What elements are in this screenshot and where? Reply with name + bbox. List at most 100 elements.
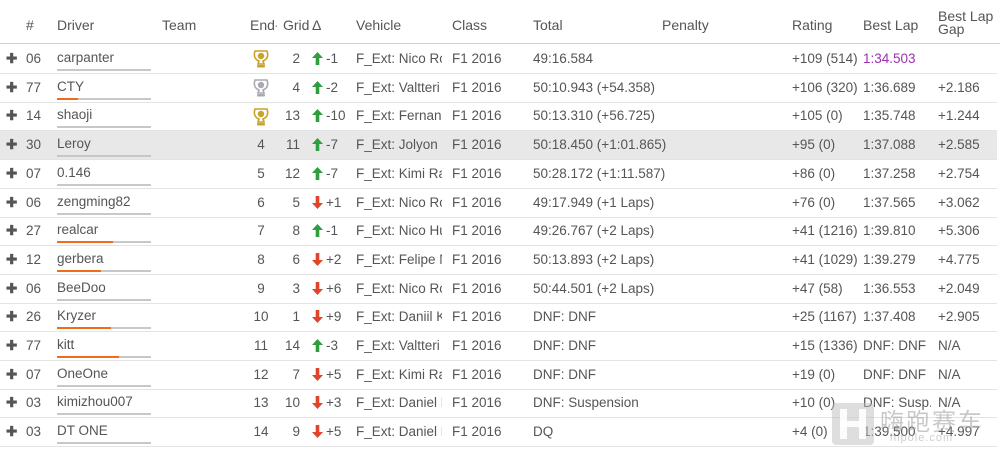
table-row[interactable]: ✚ 06 zengming82 6 5 +1 F_Ext: Nico Ros... F1 20… xyxy=(0,189,997,218)
col-header-num[interactable]: # xyxy=(26,17,34,33)
driver-cell[interactable]: kimizhou007 xyxy=(57,389,153,417)
driver-name[interactable]: BeeDoo xyxy=(57,278,153,298)
expand-plus-icon[interactable]: ✚ xyxy=(6,189,20,217)
driver-cell[interactable]: BeeDoo xyxy=(57,275,153,303)
table-row[interactable]: ✚ 26 Kryzer 10 1 +9 F_Ext: Daniil Kv... F1 2016… xyxy=(0,303,997,333)
expand-plus-icon[interactable]: ✚ xyxy=(6,303,20,331)
best-lap-gap: N/A xyxy=(938,366,961,382)
driver-cell[interactable]: gerbera xyxy=(57,246,153,274)
driver-name[interactable]: kimizhou007 xyxy=(57,392,153,412)
expand-plus-icon[interactable]: ✚ xyxy=(6,131,20,159)
driver-cell[interactable]: zengming82 xyxy=(57,189,153,217)
expand-plus-icon[interactable]: ✚ xyxy=(6,217,20,245)
expand-plus-icon[interactable]: ✚ xyxy=(6,418,20,446)
expand-plus-icon[interactable]: ✚ xyxy=(6,389,20,417)
col-header-grid[interactable]: Grid xyxy=(283,17,309,33)
driver-cell[interactable]: carpanter xyxy=(57,45,153,73)
col-header-delta[interactable]: Δ xyxy=(312,17,321,33)
driver-cell[interactable]: Kryzer xyxy=(57,303,153,331)
vehicle: F_Ext: Nico Hul... xyxy=(356,223,442,239)
expand-plus-icon[interactable]: ✚ xyxy=(6,102,20,130)
expand-plus-icon[interactable]: ✚ xyxy=(6,246,20,274)
grid-position: 9 xyxy=(292,424,300,440)
class: F1 2016 xyxy=(452,424,502,440)
col-header-team[interactable]: Team xyxy=(162,17,196,33)
driver-name[interactable]: kitt xyxy=(57,335,153,355)
driver-rating-bar-fill xyxy=(57,356,120,358)
best-lap: 1:34.503 xyxy=(863,51,916,66)
vehicle: F_Ext: Fernand... xyxy=(356,108,442,124)
col-header-best-lap-gap[interactable]: Best Lap Gap xyxy=(938,9,998,36)
driver-cell[interactable]: shaoji xyxy=(57,102,153,130)
rating: +86 (0) xyxy=(792,165,836,181)
rating: +41 (1029) xyxy=(792,251,858,267)
end-position: 4 xyxy=(250,131,272,159)
driver-name[interactable]: zengming82 xyxy=(57,192,153,212)
col-header-end[interactable]: End xyxy=(250,17,275,33)
col-header-total[interactable]: Total xyxy=(533,17,563,33)
end-position: 13 xyxy=(250,389,272,417)
position-delta-value: -1 xyxy=(326,51,339,66)
arrow-up-icon xyxy=(312,223,326,238)
driver-cell[interactable]: OneOne xyxy=(57,361,153,389)
col-header-driver[interactable]: Driver xyxy=(57,17,94,33)
driver-cell[interactable]: 0.146 xyxy=(57,160,153,188)
total-time: DNF: DNF xyxy=(533,338,596,353)
end-position-text: 14 xyxy=(253,424,269,440)
driver-name[interactable]: DT ONE xyxy=(57,421,153,441)
driver-name[interactable]: shaoji xyxy=(57,105,153,125)
table-row[interactable]: ✚ 77 CTY 4 -2 F_Ext: Valtteri B... F1 2016 50:1… xyxy=(0,74,997,103)
expand-plus-icon[interactable]: ✚ xyxy=(6,361,20,389)
expand-plus-icon[interactable]: ✚ xyxy=(6,332,20,360)
position-delta-value: +1 xyxy=(326,194,342,210)
class: F1 2016 xyxy=(452,79,502,95)
driver-name[interactable]: OneOne xyxy=(57,364,153,384)
arrow-up-icon xyxy=(312,166,326,181)
grid-position: 1 xyxy=(292,309,300,325)
col-header-vehicle[interactable]: Vehicle xyxy=(356,17,401,33)
car-number: 77 xyxy=(26,338,42,353)
table-row[interactable]: ✚ 07 OneOne 12 7 +5 F_Ext: Kimi Rai... F1 2016 D… xyxy=(0,361,997,390)
grid-position: 13 xyxy=(284,108,300,124)
driver-name[interactable]: gerbera xyxy=(57,249,153,269)
driver-name[interactable]: 0.146 xyxy=(57,163,153,183)
position-delta: +9 xyxy=(312,303,352,331)
expand-plus-icon[interactable]: ✚ xyxy=(6,275,20,303)
total-time: 50:28.172 (+1:11.587) xyxy=(533,165,666,181)
position-delta-value: -1 xyxy=(326,223,339,239)
col-header-class[interactable]: Class xyxy=(452,17,487,33)
driver-cell[interactable]: realcar xyxy=(57,217,153,245)
vehicle: F_Ext: Valtteri B... xyxy=(356,338,442,353)
table-row[interactable]: ✚ 27 realcar 7 8 -1 F_Ext: Nico Hul... F1 2016 4… xyxy=(0,217,997,247)
driver-name[interactable]: Leroy xyxy=(57,134,153,154)
total-time: 50:10.943 (+54.358) xyxy=(533,79,655,95)
col-header-penalty[interactable]: Penalty xyxy=(662,17,709,33)
driver-cell[interactable]: kitt xyxy=(57,332,153,360)
col-header-rating[interactable]: Rating xyxy=(792,17,832,33)
driver-name[interactable]: Kryzer xyxy=(57,306,153,326)
driver-cell[interactable]: CTY xyxy=(57,74,153,102)
table-row[interactable]: ✚ 06 BeeDoo 9 3 +6 F_Ext: Nico Ros... F1 2016 50… xyxy=(0,275,997,304)
driver-rating-bar-fill xyxy=(57,269,102,272)
expand-plus-icon[interactable]: ✚ xyxy=(6,45,20,73)
table-row[interactable]: ✚ 07 0.146 5 12 -7 F_Ext: Kimi Rai... F1 2016 50… xyxy=(0,160,997,189)
table-row[interactable]: ✚ 30 Leroy 4 11 -7 F_Ext: Jolyon P... F1 2016 50… xyxy=(0,131,997,161)
driver-cell[interactable]: Leroy xyxy=(57,131,153,159)
expand-plus-icon[interactable]: ✚ xyxy=(6,160,20,188)
total-time: DNF: Suspension xyxy=(533,395,639,411)
driver-name[interactable]: carpanter xyxy=(57,48,153,68)
arrow-up-icon xyxy=(312,108,326,123)
table-row[interactable]: ✚ 14 shaoji 13 -10 F_Ext: Fernand... F1 2016 50… xyxy=(0,102,997,132)
driver-name[interactable]: realcar xyxy=(57,220,153,240)
table-row[interactable]: ✚ 77 kitt 11 14 -3 F_Ext: Valtteri B... F1 2016… xyxy=(0,332,997,361)
expand-plus-icon[interactable]: ✚ xyxy=(6,74,20,102)
driver-cell[interactable]: DT ONE xyxy=(57,418,153,446)
best-lap-gap: +5.306 xyxy=(938,223,980,239)
table-row[interactable]: ✚ 06 carpanter 2 -1 F_Ext: Nico Ros... F1 2016… xyxy=(0,45,997,74)
table-row[interactable]: ✚ 12 gerbera 8 6 +2 F_Ext: Felipe N... F1 2016 5… xyxy=(0,246,997,275)
col-header-best-lap[interactable]: Best Lap xyxy=(863,17,918,33)
rating: +25 (1167) xyxy=(792,309,857,325)
car-number: 26 xyxy=(26,309,42,325)
rating: +95 (0) xyxy=(792,137,836,153)
driver-name[interactable]: CTY xyxy=(57,77,153,97)
